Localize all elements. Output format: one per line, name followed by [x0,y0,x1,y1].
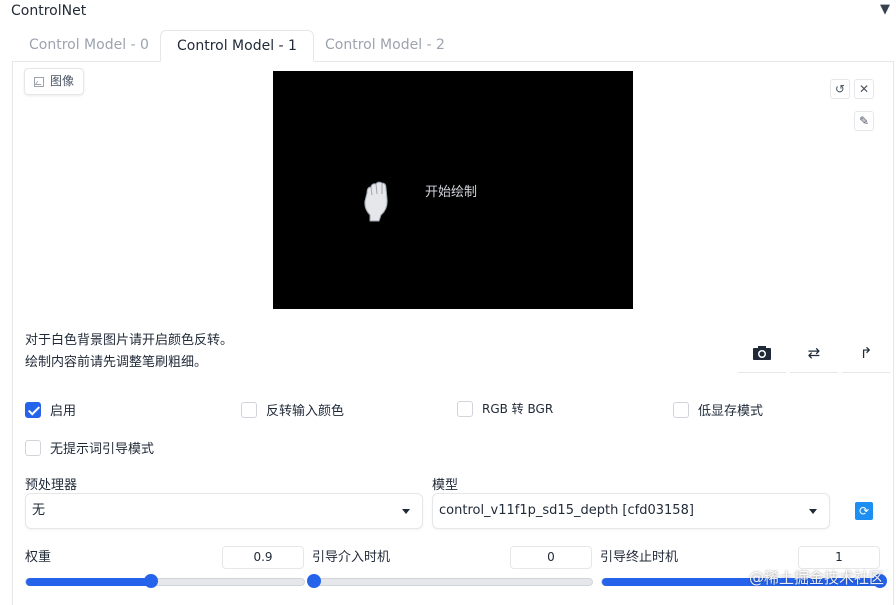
brush-button[interactable]: ✎ [854,111,874,131]
refresh-icon: ⟳ [858,504,870,518]
image-label-badge: 图像 [24,68,85,95]
brush-icon: ✎ [858,114,870,128]
clear-button[interactable]: ✕ [854,79,874,99]
hint-brush-size: 绘制内容前请先调整笔刷粗细。 [25,355,208,370]
send-dimensions-button[interactable]: ↱ [842,333,890,373]
refresh-models-button[interactable]: ⟳ [855,502,873,520]
guess-mode-label: 无提示词引导模式 [50,442,155,457]
guess-mode-checkbox-box[interactable] [25,439,41,456]
controlnet-header[interactable]: ControlNet ▼ [0,0,896,24]
low-vram-checkbox[interactable]: 低显存模式 [673,400,763,419]
weight-slider[interactable] [25,574,305,588]
preprocessor-label: 预处理器 [25,478,78,493]
tab-control-model-0[interactable]: Control Model - 0 [13,30,165,61]
undo-button[interactable]: ↺ [830,79,850,99]
preprocessor-value: 无 [32,503,46,518]
weight-number-input[interactable]: 0.9 [222,546,304,569]
chevron-down-icon [809,509,817,514]
guidance-start-slider[interactable] [307,574,593,588]
model-tabs: Control Model - 0 Control Model - 1 Cont… [0,30,896,62]
controlnet-title: ControlNet [11,3,87,19]
rgb-to-bgr-checkbox[interactable]: RGB 转 BGR [457,400,553,417]
invert-colors-checkbox[interactable]: 反转输入颜色 [241,400,344,419]
model-label: 模型 [432,478,459,493]
model-value: control_v11f1p_sd15_depth [cfd03158] [439,503,694,518]
hint-invert-colors: 对于白色背景图片请开启颜色反转。 [25,333,234,348]
swap-arrows-icon: ⇄ [807,343,821,362]
rgb-to-bgr-checkbox-box[interactable] [457,400,473,417]
guidance-start-slider-handle[interactable] [307,574,321,588]
camera-icon [753,345,771,360]
swap-size-button[interactable]: ⇄ [790,333,838,373]
guidance-start-number-input[interactable]: 0 [510,546,592,569]
enable-checkbox-box[interactable] [25,401,41,418]
low-vram-label: 低显存模式 [698,404,764,419]
watermark-text: @稀土掘金技术社区 [748,569,884,587]
sketch-canvas[interactable]: 开始绘制 [273,71,633,309]
invert-colors-label: 反转输入颜色 [266,404,345,419]
weight-slider-fill [26,578,152,586]
guidance-start-label: 引导介入时机 [312,550,391,565]
send-arrow-icon: ↱ [859,343,873,362]
weight-label: 权重 [25,550,52,565]
enable-checkbox[interactable]: 启用 [25,400,76,419]
image-icon [34,76,44,87]
tab-control-model-2[interactable]: Control Model - 2 [309,30,461,61]
undo-icon: ↺ [834,82,846,96]
preprocessor-select[interactable]: 无 [25,493,423,529]
collapse-triangle-icon[interactable]: ▼ [880,2,890,17]
chevron-down-icon [402,509,410,514]
low-vram-checkbox-box[interactable] [673,401,689,418]
guess-mode-checkbox[interactable]: 无提示词引导模式 [25,438,154,457]
image-label-text: 图像 [50,74,75,88]
start-drawing-text: 开始绘制 [425,185,478,200]
tab-control-model-1[interactable]: Control Model - 1 [160,30,314,62]
fist-hand-icon [364,181,388,222]
weight-slider-handle[interactable] [144,574,159,588]
enable-label: 启用 [50,404,77,419]
guidance-end-number-input[interactable]: 1 [798,546,880,569]
camera-button[interactable] [738,333,786,373]
rgb-to-bgr-label: RGB 转 BGR [482,402,554,416]
invert-colors-checkbox-box[interactable] [241,401,257,418]
model-select[interactable]: control_v11f1p_sd15_depth [cfd03158] [432,493,830,529]
guidance-end-label: 引导终止时机 [600,550,679,565]
close-icon: ✕ [858,82,870,96]
